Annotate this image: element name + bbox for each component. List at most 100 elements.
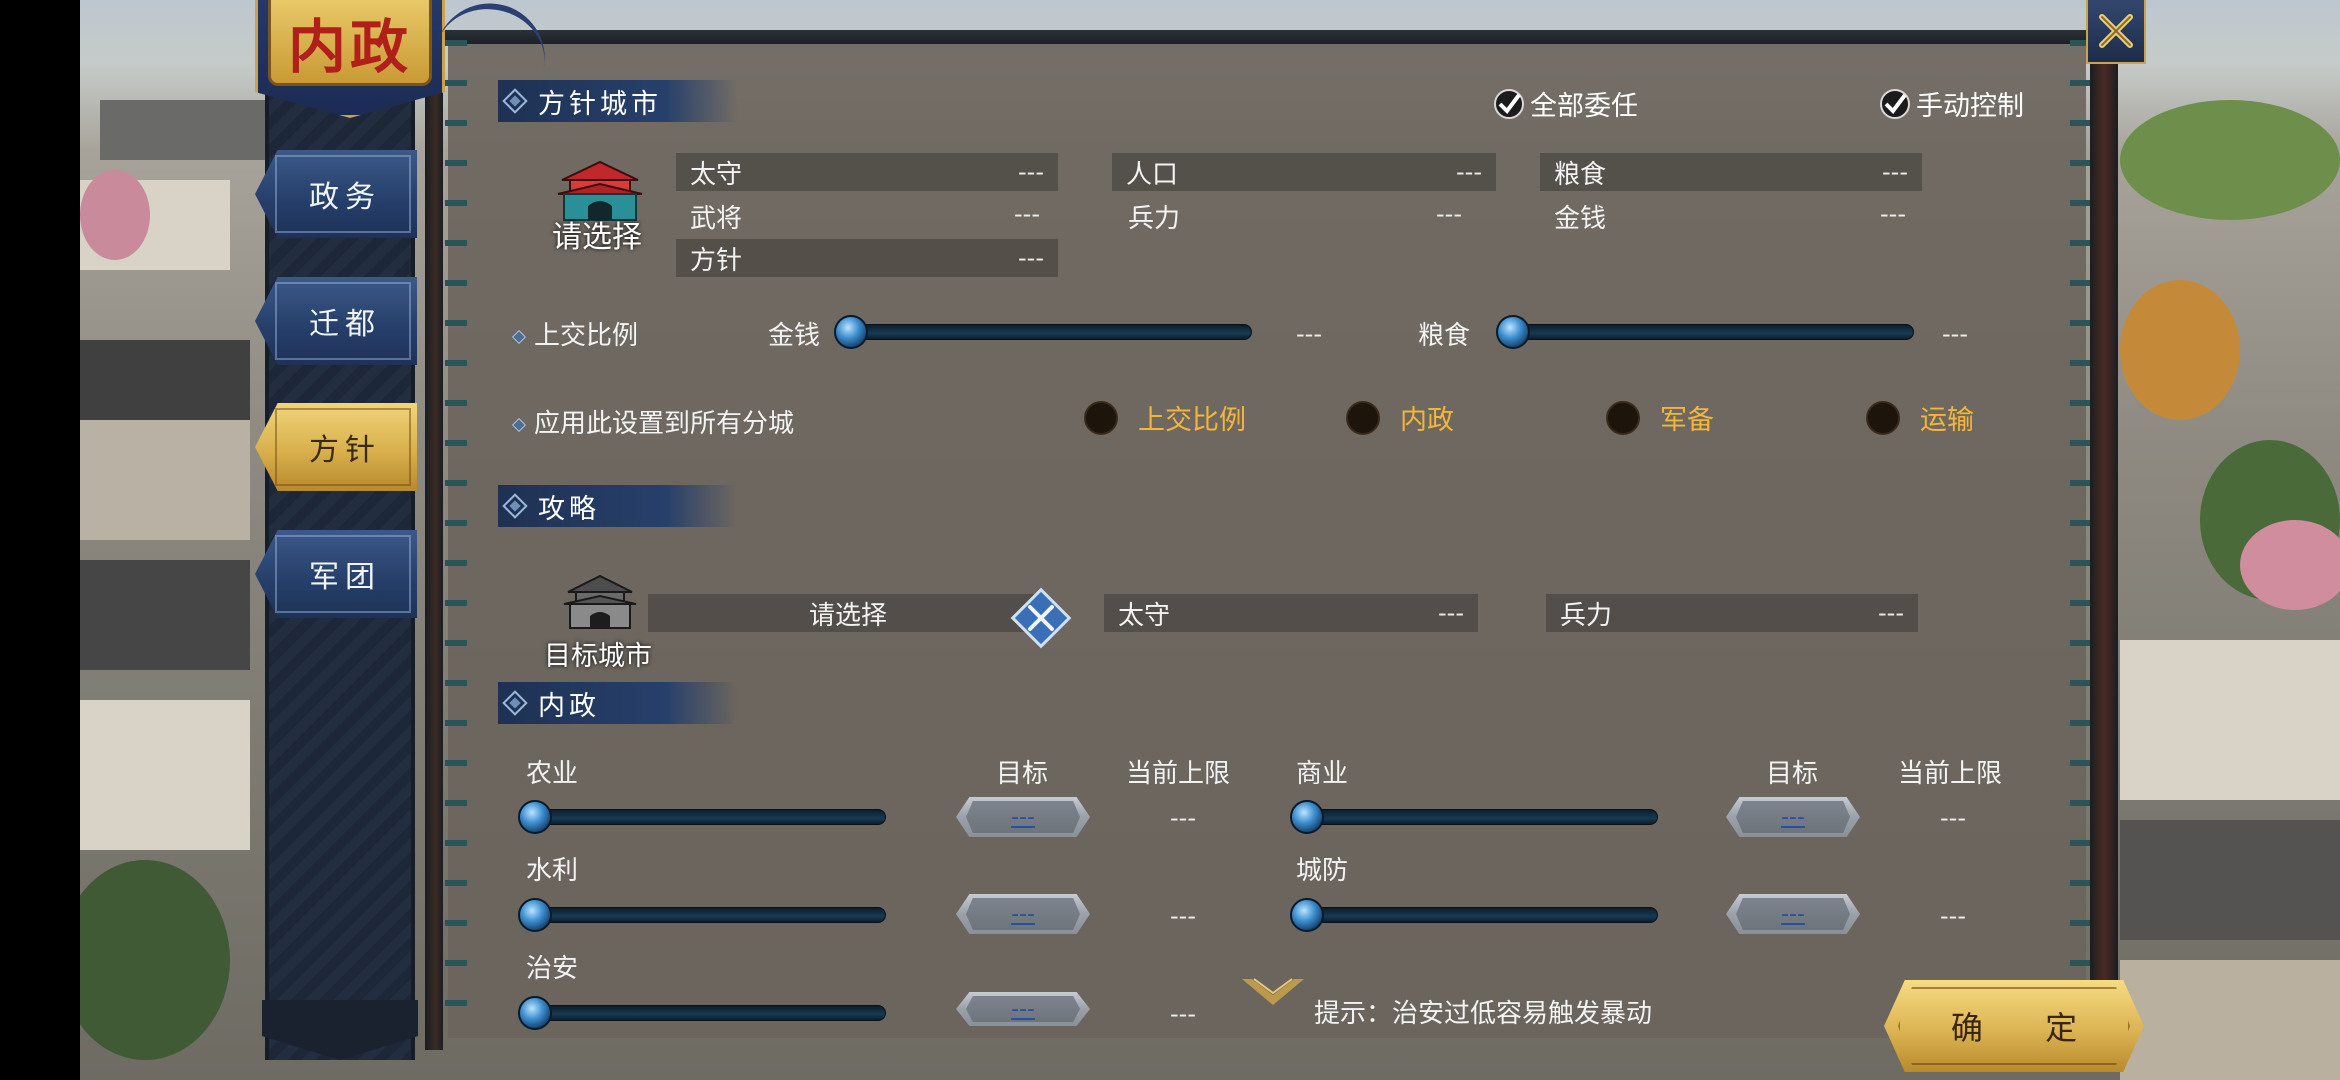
irrigation-limit: --- [1170,902,1196,930]
public-order-label: 治安 [526,954,579,984]
section-title: 内政 [538,690,600,722]
target-troops-field: 兵力 --- [1546,594,1918,632]
agriculture-limit: --- [1170,804,1196,832]
close-icon [2099,14,2133,48]
tribute-money-value: --- [1296,320,1322,348]
section-header-policy-city: 方针城市 [498,80,738,122]
slider-track [528,907,886,923]
panel-rail-right [2090,40,2118,1040]
delegate-all-label: 全部委任 [1530,91,1638,122]
target-city-button[interactable]: 目标城市 [540,572,660,672]
slider-track [1300,907,1658,923]
slider-knob[interactable] [1496,315,1530,349]
hint-text: 提示：治安过低容易触发暴动 [1314,999,1653,1029]
field-population: 人口 --- [1112,153,1496,191]
public-order-slider[interactable] [518,996,886,1030]
nav-item-affairs[interactable]: 政务 [255,150,417,238]
defense-slider[interactable] [1290,898,1658,932]
apply-option-domestic[interactable]: 内政 [1346,398,1454,437]
agriculture-target-stepper[interactable]: --- [956,797,1090,837]
troops-value: --- [1436,200,1462,228]
commerce-limit: --- [1940,804,1966,832]
commerce-target-stepper[interactable]: --- [1726,797,1860,837]
slider-knob[interactable] [518,996,552,1030]
agriculture-slider[interactable] [518,800,886,834]
tribute-money-label: 金钱 [768,321,821,351]
defense-label: 城防 [1296,856,1349,886]
diamond-icon [502,493,528,519]
close-button[interactable] [2086,0,2146,64]
defense-target-stepper[interactable]: --- [1726,894,1860,934]
slider-track [528,809,886,825]
diamond-icon [511,417,527,432]
city-select-label: 请选择 [552,220,642,255]
apply-option-tribute[interactable]: 上交比例 [1084,398,1246,437]
tribute-money-slider[interactable] [834,315,1252,349]
nav-item-policy[interactable]: 方针 [255,403,417,491]
panel-rail-left [425,40,443,1050]
swap-icon [1010,587,1072,649]
radio-icon [1346,400,1380,435]
slider-knob[interactable] [1290,898,1324,932]
diamond-icon [502,88,528,114]
radio-icon [1866,400,1900,435]
nav-item-move-capital[interactable]: 迁都 [255,277,417,365]
slider-track [1506,324,1914,340]
field-food: 粮食 --- [1540,153,1922,191]
manual-control-checkbox[interactable]: 手动控制 [1880,84,2024,123]
slider-track [1300,809,1658,825]
radio-icon [1084,400,1118,435]
general-label: 武将 [690,204,743,234]
commerce-label: 商业 [1296,759,1349,789]
apply-option-transport[interactable]: 运输 [1866,398,1974,437]
money-value: --- [1880,200,1906,228]
slider-track [844,324,1252,340]
money-label: 金钱 [1554,204,1607,234]
slider-knob[interactable] [518,800,552,834]
slider-knob[interactable] [834,315,868,349]
tribute-food-value: --- [1942,320,1968,348]
manual-control-label: 手动控制 [1916,91,2024,122]
section-title: 攻略 [538,493,600,525]
target-city-select[interactable]: 请选择 [648,594,1048,632]
confirm-button[interactable]: 确 定 [1884,980,2144,1072]
slider-knob[interactable] [1290,800,1324,834]
troops-label: 兵力 [1128,204,1181,234]
nav-item-army[interactable]: 军团 [255,530,417,618]
radio-icon [1606,400,1640,435]
irrigation-slider[interactable] [518,898,886,932]
delegate-all-checkbox[interactable]: 全部委任 [1494,84,1638,123]
commerce-slider[interactable] [1290,800,1658,834]
irrigation-label: 水利 [526,856,579,886]
target-city-label: 目标城市 [544,641,652,672]
public-order-target-stepper[interactable]: --- [956,992,1090,1026]
apply-all-label: 应用此设置到所有分城 [511,403,794,440]
section-title: 方针城市 [538,88,662,120]
apply-option-military[interactable]: 军备 [1606,398,1714,437]
scroll-down-icon[interactable] [1238,975,1308,1015]
target-header-left: 目标 [996,759,1049,789]
general-value: --- [1014,200,1040,228]
target-governor-field: 太守 --- [1104,594,1478,632]
irrigation-target-stepper[interactable]: --- [956,894,1090,934]
city-select-button[interactable]: 请选择 [548,158,652,255]
limit-header-right: 当前上限 [1898,759,2003,789]
agriculture-label: 农业 [526,759,579,789]
swap-button[interactable] [1010,587,1072,649]
slider-knob[interactable] [518,898,552,932]
target-header-right: 目标 [1766,759,1819,789]
tribute-ratio-label: 上交比例 [511,315,638,352]
diamond-icon [502,690,528,716]
panel-top-bar [430,30,2104,44]
field-governor: 太守 --- [676,153,1058,191]
screen: 内政 政务 迁都 方针 军团 方针城市 全部委任 手动控制 请选择 太守 --- [0,0,2340,1080]
page-title: 内政 [268,0,432,86]
slider-track [528,1005,886,1021]
section-header-domestic: 内政 [498,682,738,724]
letterbox-left [0,0,80,1080]
panel-edge-right [2070,40,2092,1040]
field-policy: 方针 --- [676,239,1058,277]
tribute-food-slider[interactable] [1496,315,1914,349]
diamond-icon [511,329,527,344]
public-order-limit: --- [1170,1000,1196,1028]
